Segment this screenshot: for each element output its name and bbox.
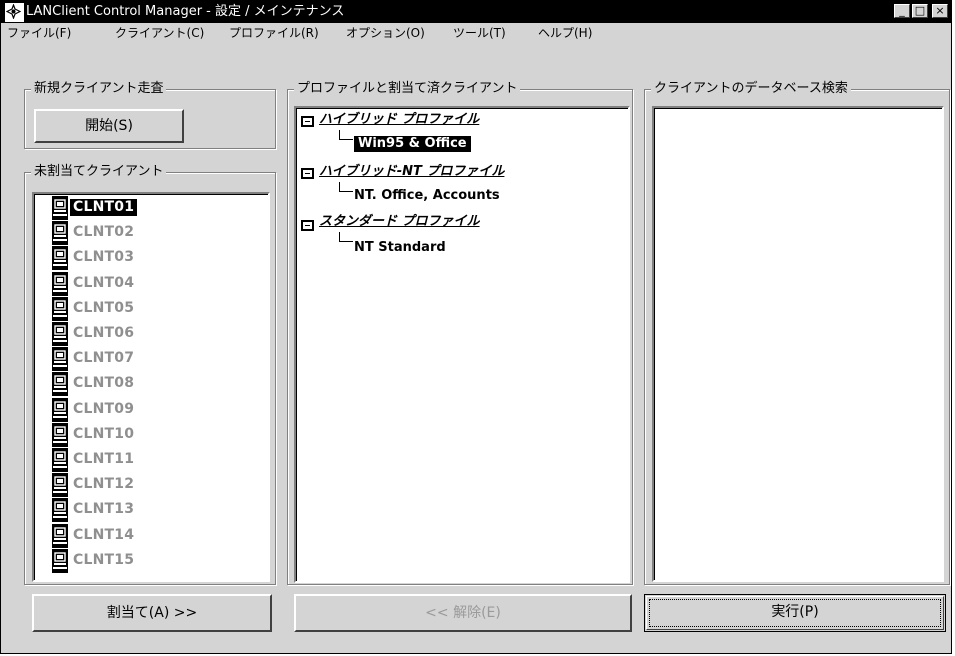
close-button[interactable]: × (932, 4, 948, 18)
app-window: LANClient Control Manager - 設定 / メインテナンス… (0, 0, 952, 654)
computer-icon (52, 523, 68, 548)
computer-icon (52, 473, 68, 498)
menu-profile[interactable]: プロファイル(R) (229, 25, 319, 41)
computer-icon (52, 322, 68, 346)
minimize-icon: _ (899, 4, 905, 17)
scan-start-label: 開始(S) (85, 118, 133, 134)
maximize-button[interactable]: □ (912, 4, 928, 18)
client-name: CLNT05 (73, 299, 135, 316)
client-name: CLNT06 (73, 325, 135, 341)
tree-connector (339, 182, 353, 192)
lan-app-icon[interactable] (5, 3, 24, 22)
menu-help[interactable]: ヘルプ(H) (538, 25, 592, 41)
profile-tree[interactable]: ハイブリッド プロファイル Win95 & Office ハイブリッド-NT プ… (294, 106, 630, 583)
assign-label: 割当て(A) >> (106, 605, 198, 621)
db-search-results[interactable] (652, 106, 944, 582)
client-name: CLNT03 (73, 249, 135, 266)
collapse-minus-icon[interactable] (301, 116, 314, 127)
menu-bar: ファイル(F) クライアント(C) プロファイル(R) オプション(O) ツール… (1, 23, 951, 43)
computer-icon (52, 422, 68, 447)
client-name: CLNT07 (73, 350, 135, 367)
computer-icon (52, 221, 68, 246)
computer-icon (52, 196, 68, 220)
tree-profile-hybrid[interactable]: ハイブリッド プロファイル (319, 112, 479, 128)
title-bar[interactable]: LANClient Control Manager - 設定 / メインテナンス… (1, 1, 951, 23)
computer-icon (52, 296, 68, 321)
tree-client-nt-office-accounts[interactable]: NT. Office, Accounts (354, 188, 500, 204)
profiles-group-label: プロファイルと割当て済クライアント (294, 81, 521, 97)
collapse-minus-icon[interactable] (301, 220, 314, 231)
tree-connector (339, 232, 353, 242)
tree-profile-standard[interactable]: スタンダード プロファイル (319, 214, 480, 230)
client-name: CLNT13 (73, 501, 135, 518)
client-name: CLNT01 (70, 199, 138, 216)
release-label: << 解除(E) (425, 605, 501, 621)
menu-tools[interactable]: ツール(T) (453, 25, 506, 41)
scan-group-label: 新規クライアント走査 (31, 81, 167, 97)
close-icon: × (935, 4, 945, 17)
scan-start-button[interactable]: 開始(S) (34, 109, 184, 143)
computer-icon (52, 372, 68, 397)
menu-client[interactable]: クライアント(C) (115, 25, 204, 41)
computer-icon (52, 397, 68, 422)
client-name: CLNT04 (73, 274, 135, 291)
maximize-icon: □ (914, 4, 926, 17)
assign-button[interactable]: 割当て(A) >> (32, 594, 272, 632)
client-name: CLNT12 (73, 476, 135, 493)
menu-file[interactable]: ファイル(F) (7, 25, 71, 41)
computer-icon (52, 246, 68, 271)
tree-connector (339, 130, 353, 140)
unassigned-client-list[interactable]: CLNT01 CLNT02 CLNT03 CLNT04 CLNT05 CLNT06 CLNT… (32, 192, 270, 582)
unassigned-group-label: 未割当てクライアント (31, 164, 167, 180)
execute-label: 実行(P) (771, 604, 819, 620)
computer-icon (52, 548, 68, 573)
db-search-group-label: クライアントのデータベース検索 (651, 81, 851, 97)
tree-client-win95-office[interactable]: Win95 & Office (354, 136, 471, 152)
collapse-minus-icon[interactable] (301, 168, 314, 179)
computer-icon (52, 271, 68, 296)
client-name: CLNT10 (73, 425, 135, 442)
computer-icon (52, 448, 68, 472)
client-name: CLNT11 (73, 451, 135, 467)
client-name: CLNT15 (73, 551, 135, 568)
tree-client-nt-standard[interactable]: NT Standard (354, 240, 446, 256)
window-title: LANClient Control Manager - 設定 / メインテナンス (26, 4, 345, 19)
tree-profile-hybrid-nt[interactable]: ハイブリッド-NT プロファイル (319, 164, 504, 180)
client-name: CLNT14 (73, 526, 135, 543)
execute-button[interactable]: 実行(P) (644, 594, 946, 632)
client-name: CLNT09 (73, 400, 135, 417)
computer-icon (52, 498, 68, 523)
client-name: CLNT08 (73, 375, 135, 392)
computer-icon (52, 347, 68, 372)
release-button[interactable]: << 解除(E) (294, 594, 632, 632)
menu-options[interactable]: オプション(O) (346, 25, 425, 41)
client-name: CLNT02 (73, 224, 135, 241)
minimize-button[interactable]: _ (894, 4, 910, 18)
